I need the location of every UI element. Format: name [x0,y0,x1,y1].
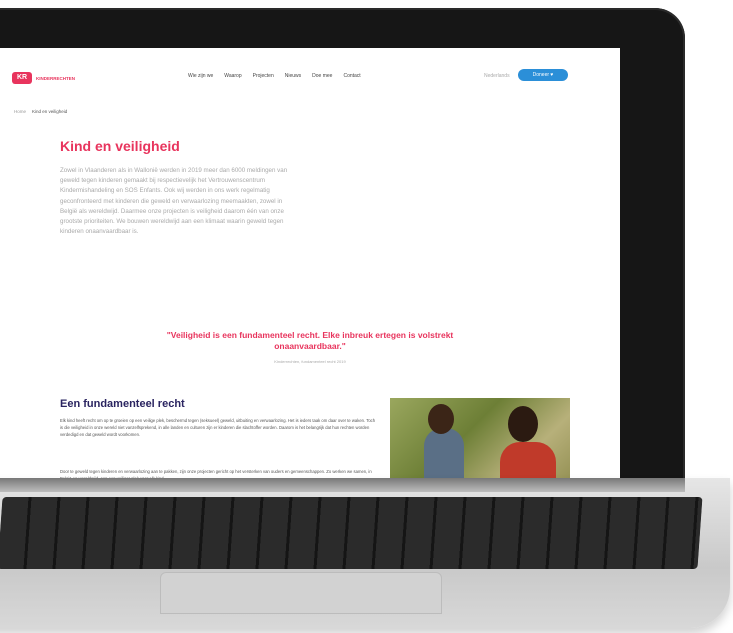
site-header: KR KINDERRECHTEN Wie zijn we Waarop Proj… [0,48,620,103]
nav-item-contact[interactable]: Contact [343,73,360,79]
laptop-keyboard [0,497,703,569]
site-logo[interactable]: KR KINDERRECHTEN [12,72,94,84]
laptop-lid: KR KINDERRECHTEN Wie zijn we Waarop Proj… [0,8,685,498]
section-title: Een fundamenteel recht [60,398,185,410]
laptop-screen: KR KINDERRECHTEN Wie zijn we Waarop Proj… [0,48,620,482]
donate-button[interactable]: Doneer ♥ [518,69,568,81]
breadcrumb-home[interactable]: Home [14,109,26,114]
intro-paragraph: Zowel in Vlaanderen als in Wallonië werd… [60,167,288,236]
logo-text: KINDERRECHTEN [36,75,76,81]
quote-source: Kinderrechten, fundamenteel recht 2019 [274,359,346,364]
breadcrumb-current: Kind en veiligheid [32,109,68,114]
main-nav: Wie zijn we Waarop Projecten Nieuws Doe … [188,73,361,79]
language-selector[interactable]: Nederlands [484,73,510,79]
section-paragraph-1: Elk kind heeft recht om op te groeien op… [60,418,376,437]
page-title: Kind en veiligheid [60,138,180,154]
child-right-head [508,406,538,442]
nav-item-projecten[interactable]: Projecten [253,73,274,79]
children-photo [390,398,570,482]
nav-item-wie-zijn-we[interactable]: Wie zijn we [188,73,213,79]
laptop-hinge [0,478,685,492]
child-right-figure [500,442,556,482]
breadcrumb: Home Kind en veiligheid [14,109,67,114]
kr-logo-icon: KR [12,72,32,84]
child-left-figure [424,428,464,482]
laptop-trackpad [160,572,442,614]
nav-item-nieuws[interactable]: Nieuws [285,73,301,79]
pull-quote: "Veiligheid is een fundamenteel recht. E… [166,330,454,351]
child-left-head [428,404,454,434]
nav-item-doe-mee[interactable]: Doe mee [312,73,332,79]
nav-item-waarop[interactable]: Waarop [224,73,241,79]
